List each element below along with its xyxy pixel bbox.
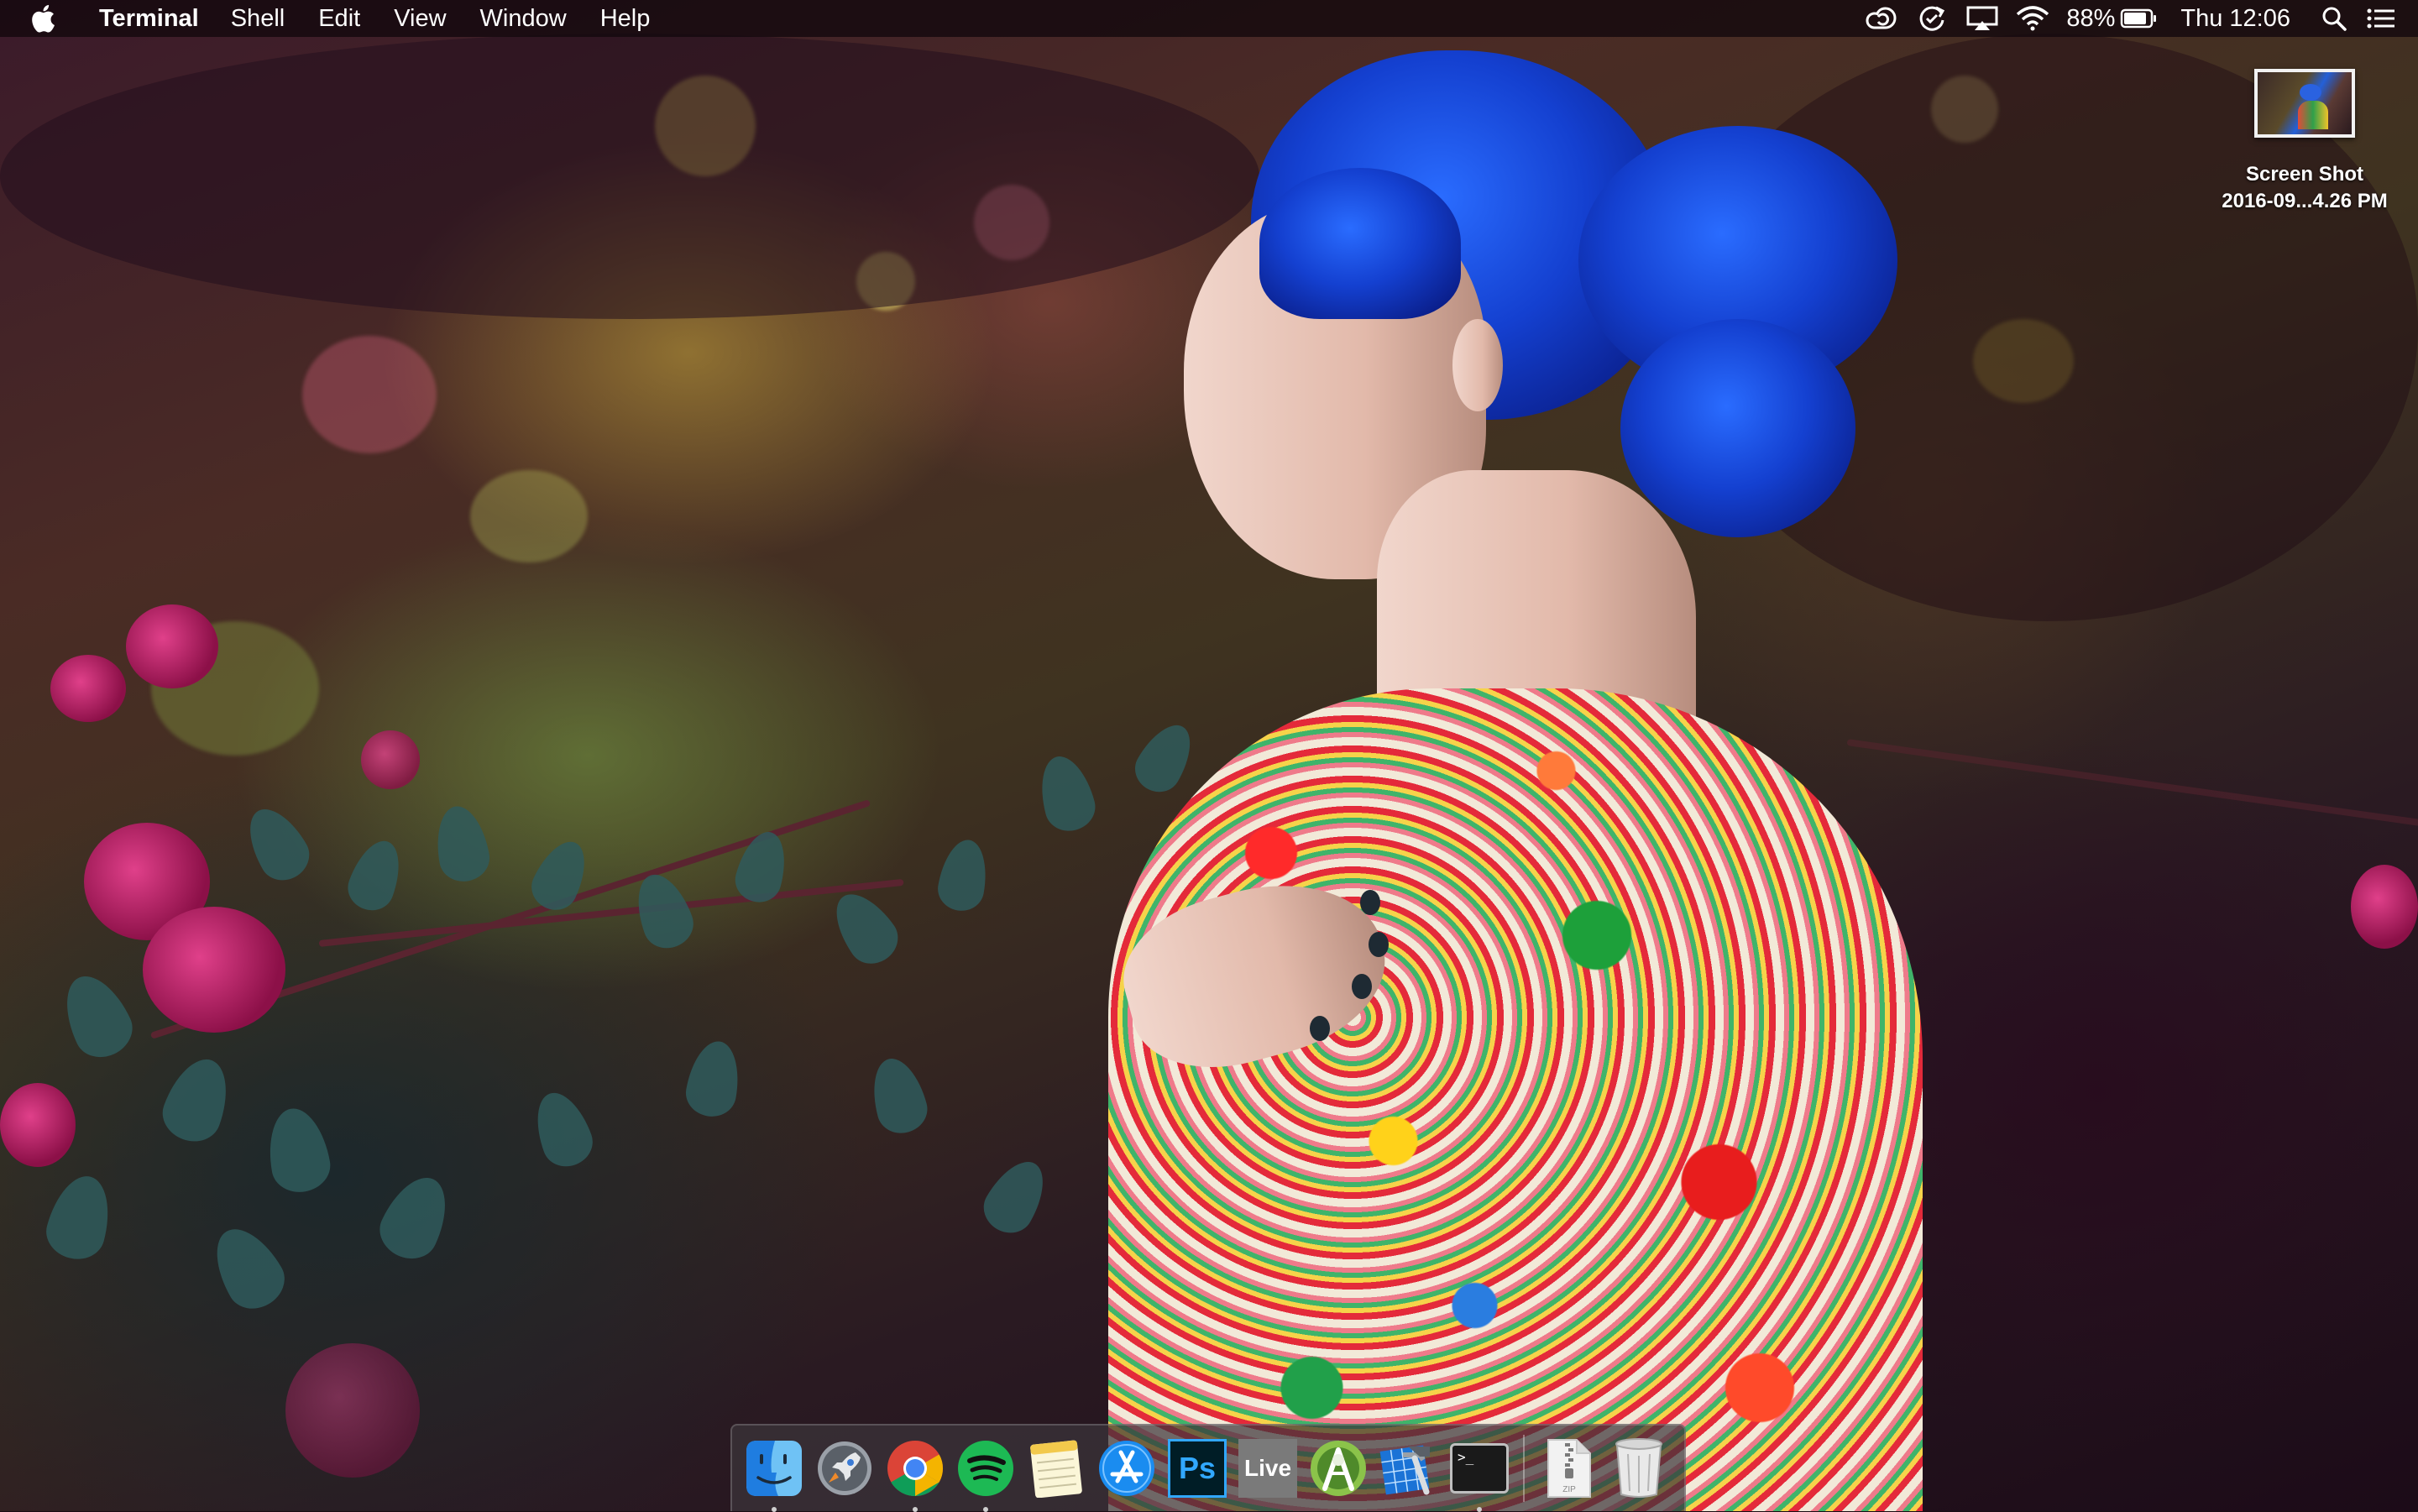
menu-window[interactable]: Window	[480, 5, 567, 33]
dock-item-zip-archive[interactable]: ZIP	[1536, 1436, 1600, 1500]
dock-item-terminal[interactable]: >_	[1447, 1436, 1511, 1512]
trash-icon	[1615, 1438, 1662, 1498]
ableton-live-icon: Live	[1238, 1439, 1297, 1498]
app-store-icon	[1099, 1441, 1154, 1496]
desktop-wallpaper	[0, 0, 2418, 1511]
dock-item-xcode[interactable]	[1377, 1436, 1441, 1500]
chrome-icon	[887, 1441, 944, 1497]
dock-item-android-studio[interactable]	[1306, 1436, 1370, 1500]
dock-separator	[1523, 1435, 1525, 1502]
dock-item-photoshop[interactable]: Ps	[1165, 1436, 1229, 1500]
terminal-icon: >_	[1450, 1443, 1509, 1494]
menu-bar-left: Terminal Shell Edit View Window Help	[0, 0, 683, 37]
dock-item-app-store[interactable]	[1095, 1436, 1159, 1500]
battery-percent[interactable]: 88%	[2066, 5, 2115, 33]
file-name-line-2: 2016-09...4.26 PM	[2222, 190, 2388, 212]
running-indicator	[1477, 1507, 1482, 1512]
clock[interactable]: Thu 12:06	[2180, 5, 2290, 33]
dock-item-launchpad[interactable]	[813, 1436, 877, 1500]
wifi-icon[interactable]	[2014, 0, 2051, 37]
menu-bar: Terminal Shell Edit View Window Help 88%…	[0, 0, 2418, 37]
menu-app-name[interactable]: Terminal	[99, 5, 199, 33]
running-indicator	[772, 1507, 777, 1512]
sync-icon[interactable]	[1913, 0, 1950, 37]
ableton-live-label: Live	[1243, 1455, 1292, 1481]
dock-item-spotify[interactable]	[954, 1436, 1018, 1512]
creative-cloud-icon[interactable]	[1863, 0, 1900, 37]
terminal-prompt: >_	[1458, 1449, 1474, 1465]
xcode-icon	[1379, 1445, 1430, 1495]
menu-shell[interactable]: Shell	[231, 5, 285, 33]
menu-help[interactable]: Help	[600, 5, 651, 33]
photoshop-label: Ps	[1178, 1451, 1217, 1485]
menu-bar-status-area: 88% Thu 12:06	[1850, 0, 2418, 37]
launchpad-icon	[818, 1441, 871, 1495]
file-name-line-1: Screen Shot	[2245, 163, 2364, 186]
running-indicator	[983, 1507, 988, 1512]
zip-archive-icon: ZIP	[1547, 1439, 1591, 1498]
menu-edit[interactable]: Edit	[318, 5, 360, 33]
notification-center-icon[interactable]	[2363, 0, 2400, 37]
dock-item-ableton-live[interactable]: Live	[1236, 1436, 1300, 1500]
android-studio-icon	[1311, 1441, 1366, 1496]
airplay-icon[interactable]	[1964, 0, 2001, 37]
zip-label: ZIP	[1562, 1485, 1576, 1494]
photoshop-icon: Ps	[1168, 1439, 1227, 1498]
dock-item-chrome[interactable]	[883, 1436, 947, 1512]
notes-icon	[1030, 1440, 1082, 1498]
file-name[interactable]: Screen Shot 2016-09...4.26 PM	[2191, 161, 2418, 215]
search-icon[interactable]	[2316, 0, 2353, 37]
finder-icon	[746, 1441, 802, 1496]
battery-icon[interactable]	[2120, 0, 2157, 37]
dock-item-trash[interactable]	[1607, 1436, 1671, 1500]
file-thumbnail[interactable]	[2254, 69, 2355, 138]
dock-item-notes[interactable]	[1024, 1436, 1088, 1500]
dock-item-finder[interactable]	[742, 1436, 806, 1512]
running-indicator	[913, 1507, 918, 1512]
apple-icon[interactable]	[30, 4, 55, 33]
dock: Ps Live >_ ZIP	[730, 1424, 1686, 1512]
spotify-icon	[958, 1441, 1013, 1496]
desktop-file-screenshot[interactable]: Screen Shot 2016-09...4.26 PM	[2191, 69, 2418, 215]
menu-view[interactable]: View	[394, 5, 446, 33]
